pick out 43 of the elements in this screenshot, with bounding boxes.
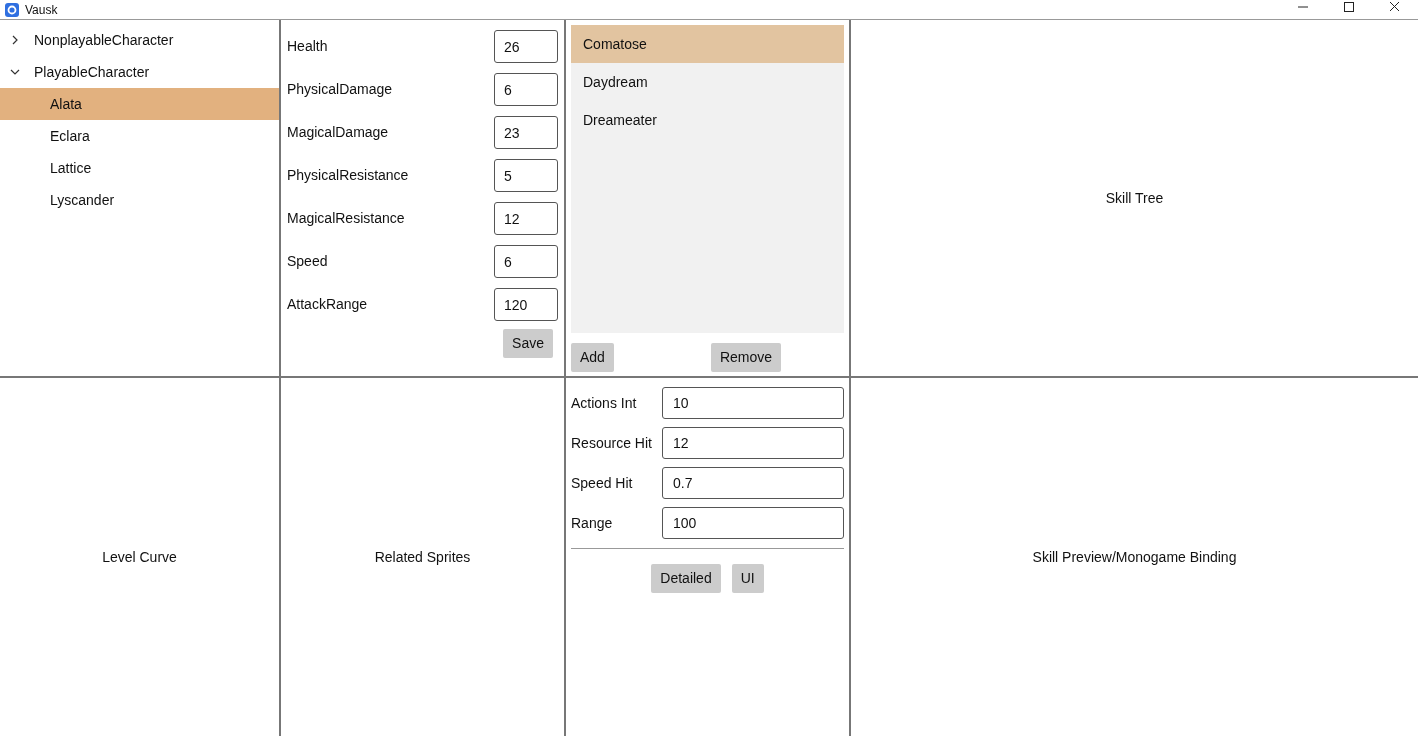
number-input[interactable]: 26 — [494, 30, 558, 63]
number-input[interactable]: 23 — [494, 116, 558, 149]
number-input[interactable]: 6 — [494, 73, 558, 106]
panel-placeholder-label: Skill Preview/Monogame Binding — [1032, 547, 1237, 567]
number-input[interactable]: 12 — [494, 202, 558, 235]
tree-item[interactable]: Alata — [0, 88, 279, 120]
skill-list-item[interactable]: Daydream — [571, 63, 844, 101]
window-title: Vausk — [25, 1, 58, 19]
text-input[interactable]: 12 — [662, 427, 844, 459]
text-input[interactable]: 100 — [662, 507, 844, 539]
chevron-down-icon[interactable] — [10, 67, 20, 77]
add-button[interactable]: Add — [571, 343, 614, 372]
field-label: MagicalDamage — [287, 123, 389, 142]
view-button[interactable]: Detailed — [651, 564, 721, 593]
field-label: Actions Int — [571, 393, 637, 413]
tree-group-item[interactable]: NonplayableCharacter — [0, 24, 279, 56]
skill-list-item[interactable]: Comatose — [571, 25, 844, 63]
text-input[interactable]: 0.7 — [662, 467, 844, 499]
field-label: AttackRange — [287, 295, 368, 314]
panel-placeholder-label: Skill Tree — [1105, 188, 1164, 208]
chevron-right-icon[interactable] — [10, 35, 20, 45]
field-label: MagicalResistance — [287, 209, 405, 228]
save-button[interactable]: Save — [503, 329, 553, 358]
number-input[interactable]: 6 — [494, 245, 558, 278]
field-label: PhysicalDamage — [287, 80, 393, 99]
tree-item[interactable]: Lyscander — [0, 184, 279, 216]
text-input[interactable]: 10 — [662, 387, 844, 419]
tree-item[interactable]: Eclara — [0, 120, 279, 152]
field-label: Range — [571, 513, 613, 533]
field-label: Resource Hit — [571, 433, 652, 453]
skill-list-item[interactable]: Dreameater — [571, 101, 844, 139]
tree-item[interactable]: Lattice — [0, 152, 279, 184]
field-label: Speed Hit — [571, 473, 633, 493]
panel-placeholder-label: Related Sprites — [374, 547, 471, 567]
field-label: Speed — [287, 252, 328, 271]
field-label: Health — [287, 37, 328, 56]
view-button[interactable]: UI — [731, 564, 764, 593]
number-input[interactable]: 5 — [494, 159, 558, 192]
field-label: PhysicalResistance — [287, 166, 409, 185]
tree-group-item[interactable]: PlayableCharacter — [0, 56, 279, 88]
number-input[interactable]: 120 — [494, 288, 558, 321]
remove-button[interactable]: Remove — [710, 343, 782, 372]
panel-placeholder-label: Level Curve — [102, 547, 177, 567]
